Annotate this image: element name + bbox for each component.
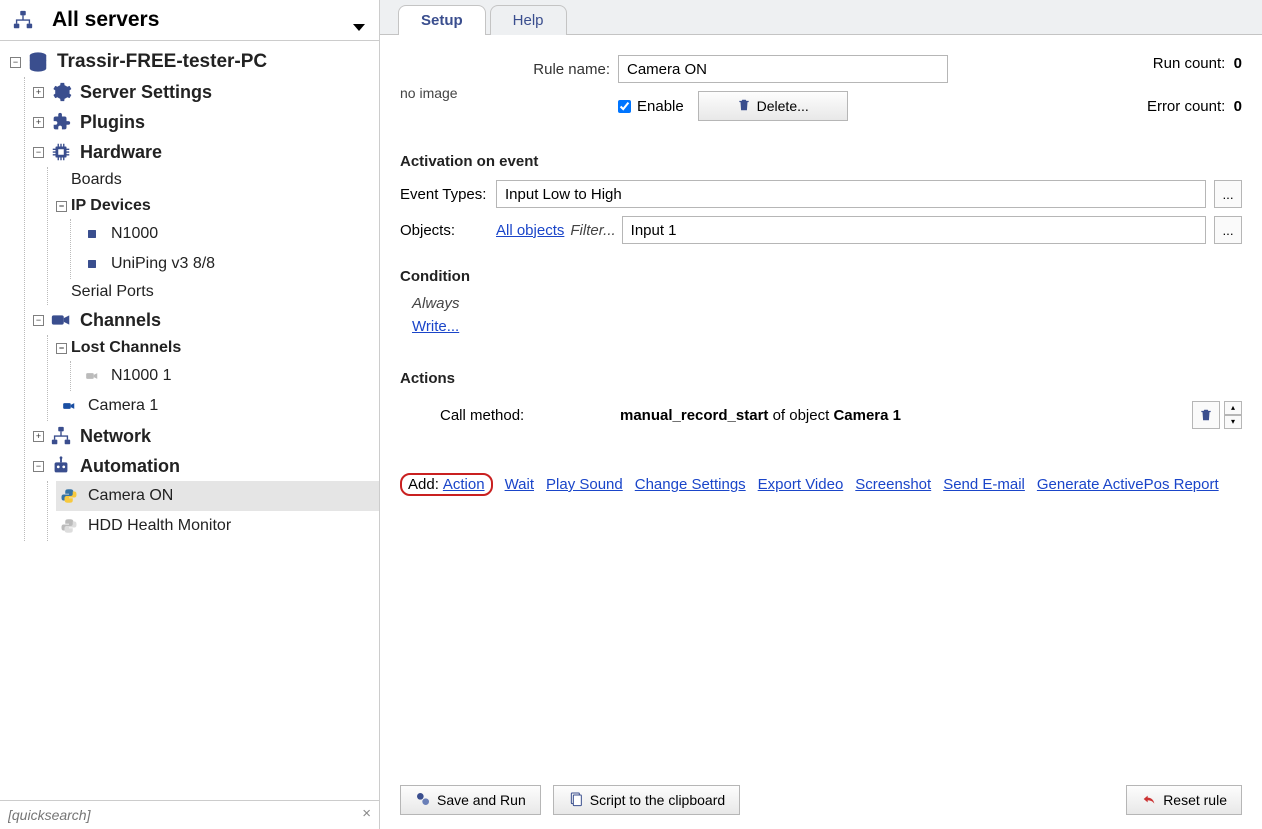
main-panel: Setup Help no image Rule name: Enable — [380, 0, 1262, 829]
save-run-button[interactable]: Save and Run — [400, 785, 541, 815]
camera-icon — [48, 309, 74, 331]
collapse-icon[interactable]: − — [33, 147, 44, 158]
filter-label: Filter... — [570, 222, 615, 239]
trash-icon — [1199, 408, 1213, 422]
reset-rule-button[interactable]: Reset rule — [1126, 785, 1242, 815]
enable-checkbox[interactable]: Enable — [618, 98, 684, 115]
condition-header: Condition — [400, 268, 1242, 285]
tree-channels[interactable]: − Channels — [33, 305, 379, 335]
tree-server[interactable]: − Trassir-FREE-tester-PC — [10, 47, 379, 77]
nav-tree: − Trassir-FREE-tester-PC + Server Settin… — [0, 41, 379, 800]
clear-search[interactable]: × — [362, 805, 371, 822]
bottom-toolbar: Save and Run Script to the clipboard Res… — [380, 772, 1262, 829]
run-stats: Run count: 0 Error count: 0 — [1147, 55, 1242, 129]
add-generate-report-link[interactable]: Generate ActivePos Report — [1037, 476, 1219, 493]
python-icon — [56, 485, 82, 507]
add-playsound-link[interactable]: Play Sound — [546, 476, 623, 493]
tree-network[interactable]: + Network — [33, 421, 379, 451]
event-types-browse[interactable]: ... — [1214, 180, 1242, 208]
tree-automation[interactable]: − Automation — [33, 451, 379, 481]
tree-lost-channels[interactable]: − Lost Channels — [56, 335, 379, 361]
add-wait-link[interactable]: Wait — [505, 476, 534, 493]
tab-help[interactable]: Help — [490, 5, 567, 35]
tree-serial-ports[interactable]: Serial Ports — [56, 279, 379, 305]
expand-icon[interactable]: + — [33, 431, 44, 442]
add-action-link[interactable]: Action — [443, 476, 485, 493]
tree-hardware[interactable]: − Hardware — [33, 137, 379, 167]
sidebar: All servers − Trassir-FREE-tester-PC + — [0, 0, 380, 829]
tree-ip-devices[interactable]: − IP Devices — [56, 193, 379, 219]
action-row: Call method: manual_record_start of obje… — [400, 397, 1242, 433]
tree-device-uniping[interactable]: UniPing v3 8/8 — [79, 249, 379, 279]
camera-icon — [56, 395, 82, 417]
tree-server-settings[interactable]: + Server Settings — [33, 77, 379, 107]
objects-browse[interactable]: ... — [1214, 216, 1242, 244]
actions-header: Actions — [400, 370, 1242, 387]
camera-icon — [79, 365, 105, 387]
add-change-settings-link[interactable]: Change Settings — [635, 476, 746, 493]
tree-channel-n1000[interactable]: N1000 1 — [79, 361, 379, 391]
method-object: Camera 1 — [833, 407, 901, 424]
no-image-placeholder: no image — [400, 55, 490, 129]
tree-rule-hdd-monitor[interactable]: HDD Health Monitor — [56, 511, 379, 541]
script-clipboard-button[interactable]: Script to the clipboard — [553, 785, 740, 815]
collapse-icon[interactable]: − — [33, 315, 44, 326]
puzzle-icon — [48, 111, 74, 133]
expand-icon[interactable]: + — [33, 117, 44, 128]
network-icon — [48, 425, 74, 447]
delete-action-button[interactable] — [1192, 401, 1220, 429]
tree-channel-camera1[interactable]: Camera 1 — [56, 391, 379, 421]
event-types-input[interactable] — [496, 180, 1206, 208]
python-icon — [56, 515, 82, 537]
objects-label: Objects: — [400, 222, 496, 239]
add-send-email-link[interactable]: Send E-mail — [943, 476, 1025, 493]
collapse-icon[interactable]: − — [56, 343, 67, 354]
undo-icon — [1141, 791, 1157, 810]
clipboard-icon — [568, 791, 584, 810]
servers-title: All servers — [52, 8, 159, 32]
tree-rule-camera-on[interactable]: Camera ON — [56, 481, 379, 511]
tree-plugins[interactable]: + Plugins — [33, 107, 379, 137]
method-name: manual_record_start — [620, 407, 768, 424]
rule-name-label: Rule name: — [490, 61, 610, 78]
expand-icon[interactable]: + — [33, 87, 44, 98]
move-up-button[interactable]: ▴ — [1224, 401, 1242, 415]
add-export-video-link[interactable]: Export Video — [758, 476, 844, 493]
gears-icon — [415, 791, 431, 810]
collapse-icon[interactable]: − — [33, 461, 44, 472]
delete-button[interactable]: Delete... — [698, 91, 848, 121]
objects-input[interactable] — [622, 216, 1206, 244]
add-screenshot-link[interactable]: Screenshot — [855, 476, 931, 493]
gear-icon — [48, 81, 74, 103]
condition-always: Always — [412, 295, 1242, 312]
enable-checkbox-input[interactable] — [618, 100, 631, 113]
tree-boards[interactable]: Boards — [56, 167, 379, 193]
trash-icon — [737, 98, 751, 115]
move-down-button[interactable]: ▾ — [1224, 415, 1242, 429]
collapse-icon[interactable]: − — [10, 57, 21, 68]
server-selector[interactable]: All servers — [0, 0, 379, 41]
event-types-label: Event Types: — [400, 186, 496, 203]
servers-icon — [10, 9, 36, 31]
chip-icon — [48, 141, 74, 163]
database-icon — [25, 51, 51, 73]
collapse-icon[interactable]: − — [56, 201, 67, 212]
add-label: Add: — [408, 476, 439, 493]
rule-name-input[interactable] — [618, 55, 948, 83]
search-input[interactable] — [2, 803, 377, 827]
tabs: Setup Help — [380, 0, 1262, 35]
tree-device-n1000[interactable]: N1000 — [79, 219, 379, 249]
call-method-label: Call method: — [440, 407, 620, 424]
quicksearch: × — [0, 800, 379, 829]
activation-header: Activation on event — [400, 153, 1242, 170]
tab-setup[interactable]: Setup — [398, 5, 486, 35]
chip-icon — [79, 253, 105, 275]
chip-icon — [79, 223, 105, 245]
condition-write-link[interactable]: Write... — [412, 318, 459, 335]
setup-content: no image Rule name: Enable — [380, 35, 1262, 772]
robot-icon — [48, 455, 74, 477]
all-objects-link[interactable]: All objects — [496, 222, 564, 239]
add-action-highlight: Add: Action — [400, 473, 493, 496]
